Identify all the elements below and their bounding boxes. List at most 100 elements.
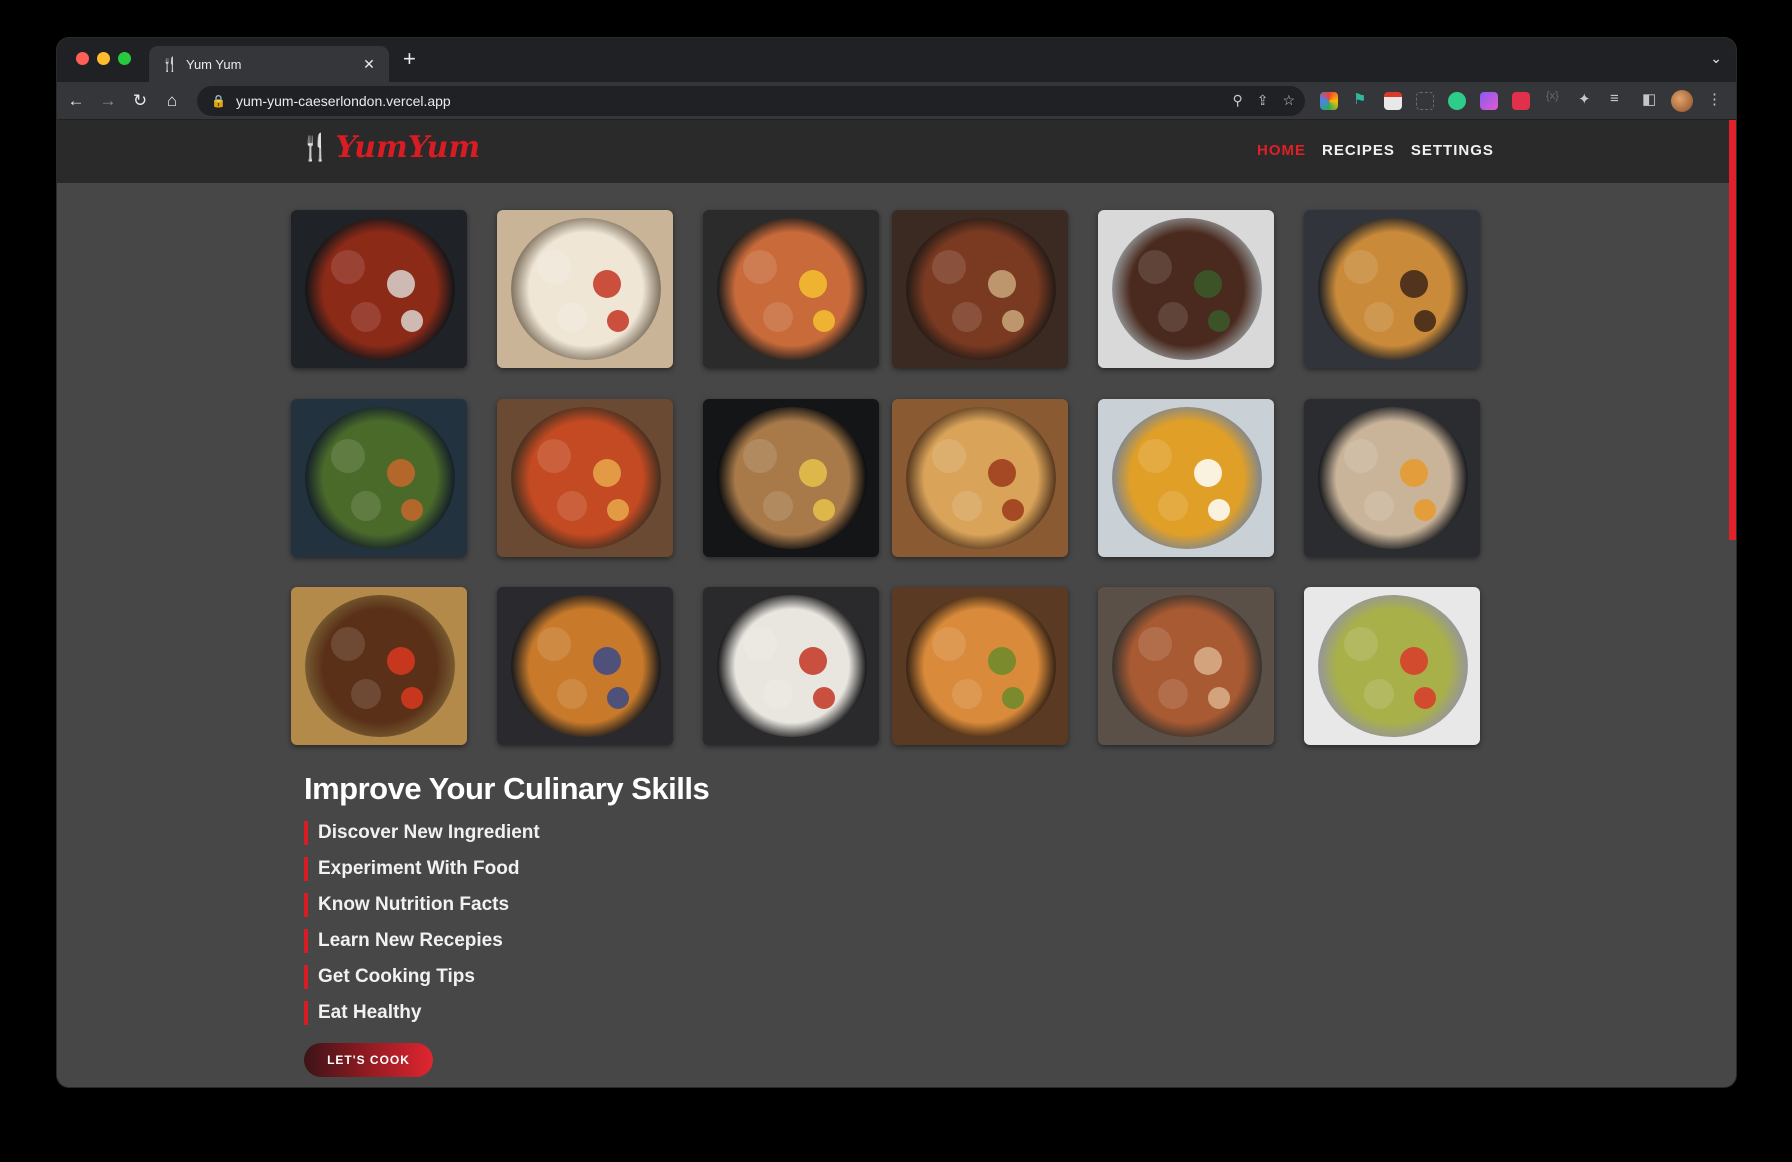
nav-recipes[interactable]: RECIPES	[1322, 142, 1395, 159]
garnish-shape	[1208, 310, 1230, 332]
food-image-green-salad[interactable]	[291, 399, 467, 557]
browser-window: 🍴 Yum Yum ✕ + ⌄ ← → ↻ ⌂ 🔒 yum-yum-caeser…	[57, 38, 1736, 1087]
puzzle-icon[interactable]: ✦	[1578, 90, 1591, 108]
garnish-shape	[1364, 491, 1394, 521]
address-bar[interactable]: 🔒 yum-yum-caeserlondon.vercel.app ⚲ ⇪ ☆	[197, 86, 1305, 116]
garnish-shape	[743, 627, 777, 661]
food-image-pepperoni-pizza[interactable]	[497, 399, 673, 557]
tab-strip: 🍴 Yum Yum ✕ + ⌄	[57, 38, 1736, 82]
garnish-shape	[743, 250, 777, 284]
skill-item: Experiment With Food	[304, 857, 709, 881]
section-headline: Improve Your Culinary Skills	[304, 771, 710, 806]
reading-list-icon[interactable]: ≡	[1610, 90, 1619, 107]
garnish-shape	[1344, 627, 1378, 661]
plate-shape	[1112, 218, 1262, 360]
gradient-extension-icon[interactable]	[1480, 92, 1498, 110]
food-image-tacos[interactable]	[892, 587, 1068, 745]
garnish-shape	[932, 627, 966, 661]
share-icon[interactable]: ⇪	[1257, 92, 1269, 109]
garnish-shape	[1002, 310, 1024, 332]
garnish-shape	[1400, 459, 1428, 487]
food-image-tandoori-chicken[interactable]	[291, 210, 467, 368]
garnish-shape	[952, 679, 982, 709]
close-window-button[interactable]	[76, 52, 89, 65]
food-image-pasta-salad[interactable]	[1304, 587, 1480, 745]
garnish-shape	[1138, 439, 1172, 473]
page-scrollbar[interactable]	[1729, 120, 1736, 540]
plate-shape	[1318, 218, 1468, 360]
garnish-shape	[813, 310, 835, 332]
chevron-down-icon[interactable]: ⌄	[1710, 50, 1722, 67]
garnish-shape	[952, 302, 982, 332]
food-image-bibimbap[interactable]	[703, 210, 879, 368]
browser-tab[interactable]: 🍴 Yum Yum ✕	[149, 46, 389, 82]
lock-icon: 🔒	[211, 94, 226, 108]
tab-title: Yum Yum	[186, 56, 242, 72]
garnish-shape	[593, 647, 621, 675]
garnish-shape	[799, 270, 827, 298]
skill-item: Discover New Ingredient	[304, 821, 709, 845]
food-image-kebab-fries[interactable]	[291, 587, 467, 745]
nav-home[interactable]: HOME	[1257, 142, 1306, 159]
skills-list: Discover New Ingredient Experiment With …	[304, 821, 709, 1025]
food-image-rice-bowl[interactable]	[703, 587, 879, 745]
garnish-shape	[1364, 679, 1394, 709]
garnish-shape	[1208, 687, 1230, 709]
plate-shape	[717, 407, 867, 549]
food-image-soba-egg[interactable]	[1304, 399, 1480, 557]
garnish-shape	[1414, 687, 1436, 709]
garnish-shape	[1002, 499, 1024, 521]
food-image-korean-table[interactable]	[892, 210, 1068, 368]
food-image-margherita-pizza[interactable]	[497, 210, 673, 368]
garnish-shape	[763, 679, 793, 709]
food-image-pumpkin-soup[interactable]	[1098, 399, 1274, 557]
logo-text: YumYum	[335, 130, 481, 165]
reload-icon[interactable]: ↻	[129, 90, 151, 112]
garnish-shape	[932, 439, 966, 473]
food-image-biryani[interactable]	[892, 399, 1068, 557]
garnish-shape	[537, 627, 571, 661]
garnish-shape	[1344, 439, 1378, 473]
plate-shape	[906, 407, 1056, 549]
color-extension-icon[interactable]	[1320, 92, 1338, 110]
plate-shape	[511, 407, 661, 549]
minimize-window-button[interactable]	[97, 52, 110, 65]
grid-extension-icon[interactable]	[1512, 92, 1530, 110]
garnish-shape	[607, 499, 629, 521]
plate-shape	[906, 218, 1056, 360]
plate-shape	[305, 407, 455, 549]
lets-cook-button[interactable]: LET'S COOK	[304, 1043, 433, 1077]
food-image-cheeseburger[interactable]	[1304, 210, 1480, 368]
garnish-shape	[932, 250, 966, 284]
nav-settings[interactable]: SETTINGS	[1411, 142, 1494, 159]
garnish-shape	[537, 250, 571, 284]
plate-shape	[1318, 595, 1468, 737]
food-image-steak-broccolini[interactable]	[1098, 210, 1274, 368]
back-arrow-icon[interactable]: ←	[65, 90, 87, 112]
garnish-shape	[401, 687, 423, 709]
home-icon[interactable]: ⌂	[161, 90, 183, 112]
food-image-french-toast[interactable]	[497, 587, 673, 745]
plate-shape	[717, 218, 867, 360]
food-image-ramen-bowl[interactable]	[703, 399, 879, 557]
maximize-window-button[interactable]	[118, 52, 131, 65]
garnish-shape	[557, 491, 587, 521]
screenshot-extension-icon[interactable]	[1416, 92, 1434, 110]
profile-avatar[interactable]	[1671, 90, 1693, 112]
close-icon[interactable]: ✕	[361, 56, 377, 73]
plate-shape	[906, 595, 1056, 737]
garnish-shape	[351, 302, 381, 332]
new-tab-button[interactable]: +	[403, 48, 416, 70]
extension-icon[interactable]: ⚑	[1353, 90, 1366, 108]
side-panel-icon[interactable]: ◧	[1642, 90, 1656, 108]
forward-arrow-icon[interactable]: →	[97, 90, 119, 112]
calendar-extension-icon[interactable]	[1384, 92, 1402, 110]
site-logo[interactable]: 🍴 YumYum	[299, 130, 480, 165]
kebab-menu-icon[interactable]: ⋮	[1707, 90, 1722, 108]
code-extension-icon[interactable]: {x}	[1546, 90, 1559, 102]
zoom-icon[interactable]: ⚲	[1232, 92, 1242, 109]
garnish-shape	[799, 647, 827, 675]
bookmark-star-icon[interactable]: ☆	[1282, 92, 1295, 109]
food-image-grilled-platter[interactable]	[1098, 587, 1274, 745]
w-extension-icon[interactable]	[1448, 92, 1466, 110]
